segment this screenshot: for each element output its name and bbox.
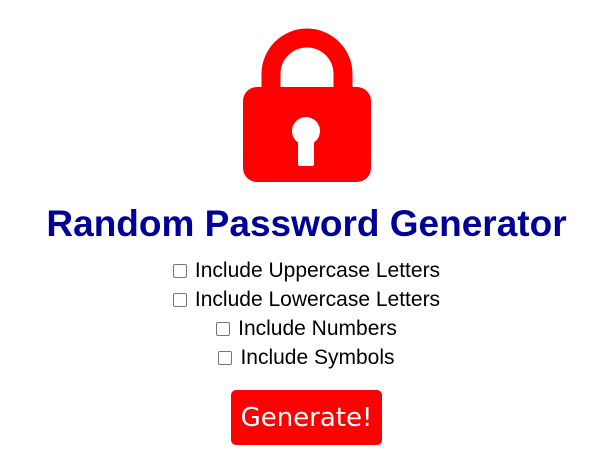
option-lowercase[interactable]: Include Lowercase Letters — [172, 285, 441, 314]
lowercase-checkbox[interactable] — [172, 292, 187, 307]
numbers-label: Include Numbers — [238, 316, 397, 340]
symbols-label: Include Symbols — [240, 345, 395, 369]
page-title: Random Password Generator — [46, 203, 567, 244]
lowercase-label: Include Lowercase Letters — [194, 287, 441, 311]
option-uppercase[interactable]: Include Uppercase Letters — [172, 256, 441, 285]
option-numbers[interactable]: Include Numbers — [216, 314, 397, 343]
uppercase-label: Include Uppercase Letters — [194, 258, 441, 282]
lock-icon — [242, 28, 371, 182]
uppercase-checkbox[interactable] — [172, 263, 187, 278]
options-list: Include Uppercase Letters Include Lowerc… — [0, 256, 613, 372]
option-symbols[interactable]: Include Symbols — [218, 343, 395, 372]
symbols-checkbox[interactable] — [218, 350, 233, 365]
generate-button-container: Generate! — [0, 390, 613, 445]
generate-button[interactable]: Generate! — [230, 390, 383, 445]
lock-icon-container — [0, 24, 613, 184]
numbers-checkbox[interactable] — [216, 321, 231, 336]
